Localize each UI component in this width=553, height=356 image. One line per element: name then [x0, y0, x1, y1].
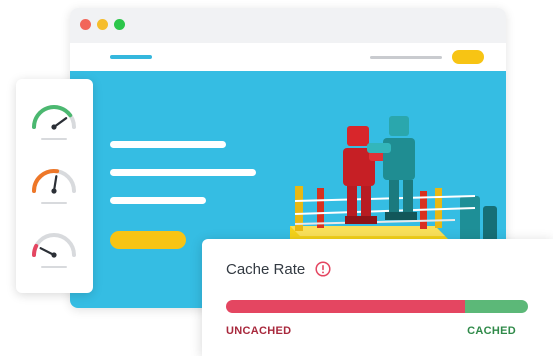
- maximize-window-dot[interactable]: [114, 19, 125, 30]
- cached-segment: [464, 300, 528, 313]
- hero-cta-button[interactable]: [110, 231, 186, 249]
- uncached-label: UNCACHED: [226, 325, 292, 337]
- uncached-segment: [226, 300, 465, 313]
- hero-text-line: [110, 197, 206, 204]
- speed-gauge-poor-icon: [32, 233, 76, 268]
- nav-link-placeholder[interactable]: [110, 55, 152, 59]
- minimize-window-dot[interactable]: [97, 19, 108, 30]
- cached-label: CACHED: [467, 325, 516, 337]
- speed-gauge-medium-icon: [32, 169, 76, 204]
- site-navbar: [70, 43, 506, 71]
- cache-rate-title: Cache Rate: [226, 261, 306, 278]
- cache-rate-card: Cache Rate UNCACHED CACHED: [202, 239, 553, 356]
- hero-text-line: [110, 169, 256, 176]
- nav-menu-placeholder: [370, 56, 442, 59]
- alert-circle-icon[interactable]: [315, 261, 331, 277]
- cache-rate-bar: [226, 300, 528, 313]
- nav-cta-button[interactable]: [452, 50, 484, 64]
- hero-heading-line: [110, 141, 226, 148]
- performance-gauges-panel: [16, 79, 93, 293]
- close-window-dot[interactable]: [80, 19, 91, 30]
- browser-titlebar: [70, 8, 506, 43]
- speed-gauge-good-icon: [32, 105, 76, 140]
